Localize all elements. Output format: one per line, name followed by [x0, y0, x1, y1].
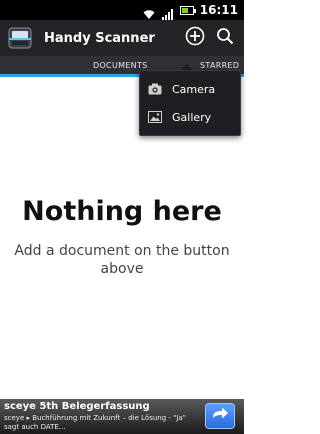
- add-icon: [185, 26, 205, 50]
- status-bar: 16:11: [0, 0, 244, 20]
- menu-item-label: Gallery: [172, 110, 212, 124]
- empty-state-title: Nothing here: [22, 196, 222, 227]
- menu-item-camera[interactable]: Camera: [140, 75, 240, 103]
- app-title: Handy Scanner: [44, 30, 155, 46]
- ad-text: sceye ▸ Buchführung mit Zukunft – die Lö…: [4, 414, 186, 431]
- ad-title: sceye 5th Belegerfassung: [4, 401, 150, 412]
- action-bar: Handy Scanner: [0, 20, 244, 56]
- menu-item-gallery[interactable]: Gallery: [140, 103, 240, 131]
- clock: 16:11: [199, 3, 238, 17]
- wifi-icon: [142, 5, 156, 19]
- gallery-icon: [148, 111, 162, 123]
- add-button[interactable]: [180, 23, 210, 53]
- ad-open-button[interactable]: [205, 403, 235, 429]
- arrow-forward-icon: [211, 406, 229, 426]
- add-popup-menu: Camera Gallery: [139, 70, 241, 136]
- scanner-app-icon[interactable]: [6, 24, 34, 52]
- ad-banner[interactable]: sceye 5th Belegerfassung sceye ▸ Buchfüh…: [0, 399, 244, 434]
- empty-state-subtitle: Add a document on the button above: [14, 243, 230, 277]
- menu-item-label: Camera: [172, 82, 216, 96]
- signal-icon: [161, 5, 174, 20]
- camera-icon: [148, 83, 162, 95]
- search-button[interactable]: [210, 23, 240, 53]
- battery-icon: [179, 5, 196, 15]
- search-icon: [216, 27, 234, 49]
